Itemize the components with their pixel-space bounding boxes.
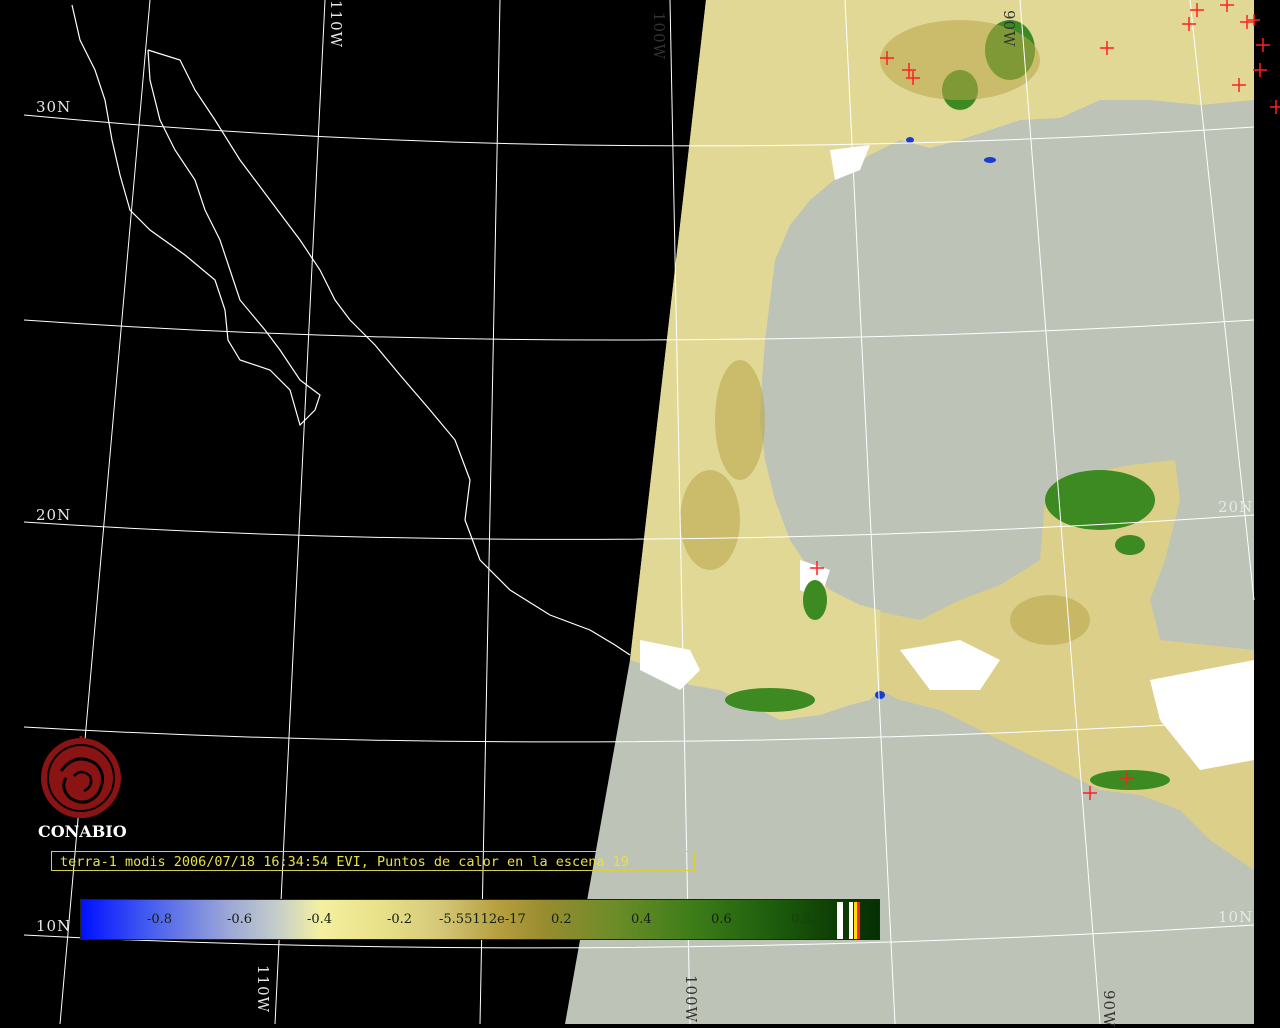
coastline-baja bbox=[71, 4, 321, 427]
lon-label: 110W bbox=[327, 0, 345, 49]
legend-tick: -0.4 bbox=[307, 912, 333, 927]
lon-label: 110W bbox=[254, 965, 272, 1014]
lon-label: 100W bbox=[682, 975, 700, 1024]
legend-tick: -0.8 bbox=[147, 912, 173, 927]
coastline-mainland bbox=[147, 49, 631, 656]
legend-stripe bbox=[849, 902, 853, 939]
lat-label: 20N bbox=[36, 506, 72, 524]
legend-tick: 0.4 bbox=[631, 912, 652, 927]
lat-label: 30N bbox=[36, 98, 72, 116]
legend-stripe bbox=[837, 902, 843, 939]
legend-tick: -0.2 bbox=[387, 912, 413, 927]
lon-label: 90W bbox=[1100, 990, 1118, 1028]
lon-label: 100W bbox=[650, 12, 668, 61]
lon-label: 90W bbox=[1000, 10, 1018, 48]
legend-tick: -5.55112e-17 bbox=[439, 912, 526, 927]
conabio-logo bbox=[41, 736, 121, 818]
lat-label: 10N bbox=[1218, 908, 1254, 926]
scene-caption: terra-1 modis 2006/07/18 16:34:54 EVI, P… bbox=[51, 851, 695, 871]
legend-tick: 0.2 bbox=[551, 912, 572, 927]
legend-tick: -0.6 bbox=[227, 912, 253, 927]
legend-tick: 0.8 bbox=[791, 912, 812, 927]
legend-tick: 0.6 bbox=[711, 912, 732, 927]
right-border bbox=[1254, 0, 1280, 1024]
org-name: CONABIO bbox=[38, 822, 127, 841]
legend-stripe bbox=[857, 902, 860, 939]
lat-label: 10N bbox=[36, 917, 72, 935]
evi-color-legend: -0.8 -0.6 -0.4 -0.2 -5.55112e-17 0.2 0.4… bbox=[80, 899, 880, 940]
lat-label: 20N bbox=[1218, 498, 1254, 516]
